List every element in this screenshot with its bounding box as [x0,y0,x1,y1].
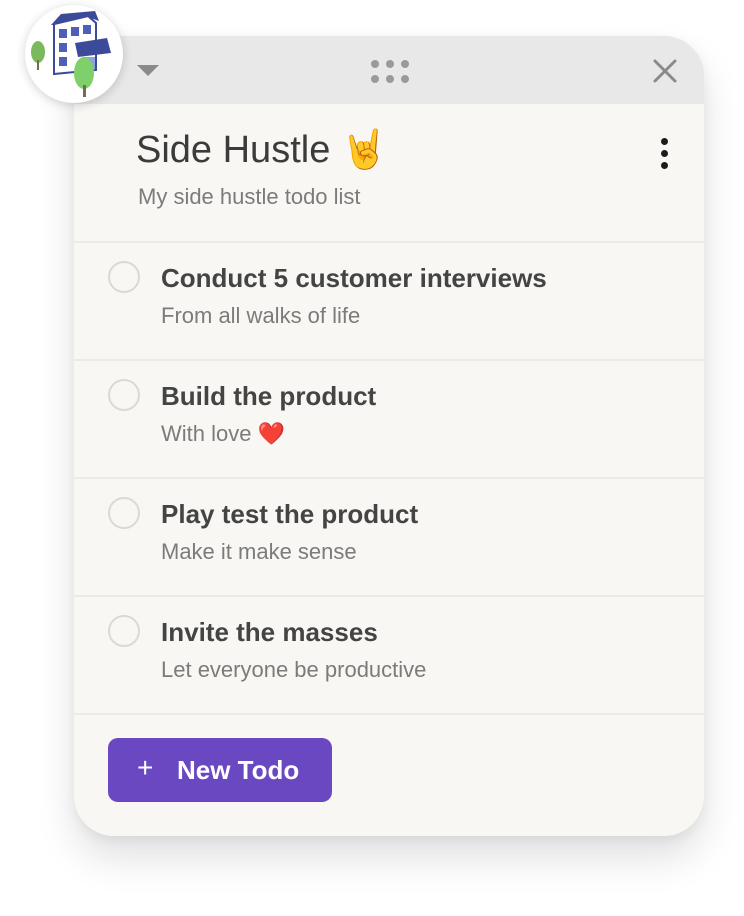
list-header: Side Hustle 🤘 My side hustle todo list [74,104,704,243]
todo-item[interactable]: Invite the masses Let everyone be produc… [74,597,704,715]
title-bar[interactable] [74,36,704,104]
house-icon[interactable] [25,5,123,103]
caret-down-icon[interactable] [137,65,159,76]
house-illustration [31,11,111,97]
more-dot [661,138,668,145]
todo-item[interactable]: Play test the product Make it make sense [74,479,704,597]
new-todo-button[interactable]: + New Todo [108,738,332,802]
more-vertical-icon[interactable] [656,138,674,170]
todo-item[interactable]: Build the product With love ❤️ [74,361,704,479]
todo-note[interactable]: Make it make sense [161,539,357,565]
todo-note[interactable]: With love ❤️ [161,421,285,447]
todo-title[interactable]: Conduct 5 customer interviews [161,263,547,294]
drag-handle-icon[interactable] [371,60,409,84]
todo-note[interactable]: Let everyone be productive [161,657,426,683]
more-dot [661,162,668,169]
todo-list: Conduct 5 customer interviews From all w… [74,243,704,715]
drag-dot [401,75,409,83]
todo-checkbox[interactable] [108,261,140,293]
todo-checkbox[interactable] [108,379,140,411]
todo-title[interactable]: Build the product [161,381,376,412]
drag-dot [371,60,379,68]
todo-note[interactable]: From all walks of life [161,303,360,329]
drag-dot [401,60,409,68]
list-title[interactable]: Side Hustle 🤘 [136,128,388,172]
drag-dot [371,75,379,83]
todo-title[interactable]: Play test the product [161,499,418,530]
plus-icon: + [137,752,154,783]
list-subtitle[interactable]: My side hustle todo list [138,184,361,210]
drag-dot [386,60,394,68]
todo-checkbox[interactable] [108,615,140,647]
todo-checkbox[interactable] [108,497,140,529]
todo-title[interactable]: Invite the masses [161,617,378,648]
drag-dot [386,75,394,83]
close-icon[interactable] [652,58,678,84]
new-todo-label: New Todo [177,755,300,785]
more-dot [661,150,668,157]
todo-item[interactable]: Conduct 5 customer interviews From all w… [74,243,704,361]
todo-widget: Side Hustle 🤘 My side hustle todo list C… [74,36,704,836]
